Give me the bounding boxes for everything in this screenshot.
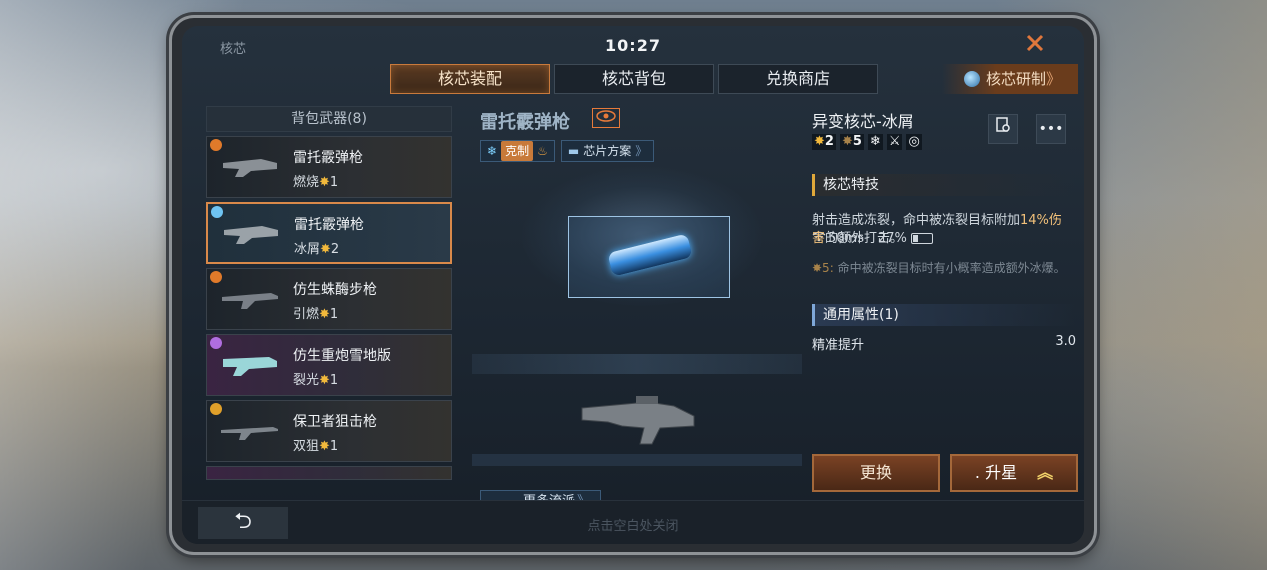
core-skill-header: 核芯特技 (812, 174, 1076, 196)
tab-bar: 核芯装配 核芯背包 兑换商店 (390, 64, 878, 94)
weapon-attr: 裂光✸1 (293, 373, 339, 388)
core-skill-note: ✸5: 命中被冻裂目标时有小概率造成额外冰爆。 (812, 261, 1066, 275)
star-icon: ✸ (319, 439, 330, 454)
star-icon: ✸ (814, 134, 825, 149)
star-icon: ✸ (319, 373, 330, 388)
core-skill-description: 射击造成冻裂，命中被冻裂目标附加14%伤害的额外打击。 (812, 213, 1062, 246)
counter-label: 克制 (501, 141, 534, 161)
core-name: 异变核芯-冰屑 (812, 112, 914, 131)
attr-name: 精准提升 (812, 338, 865, 353)
gem-icon (964, 71, 980, 87)
shotgun-thumbnail (224, 226, 278, 244)
tab-exchange-shop[interactable]: 兑换商店 (718, 64, 878, 94)
weapon-attr: 双狙✸1 (293, 439, 339, 454)
chevron-right-icon: 》 (1046, 70, 1062, 88)
star-icon: ✸ (319, 175, 330, 190)
list-header: 背包武器(8) (206, 106, 452, 132)
deco-band (472, 454, 802, 466)
weapon-attr: 燃烧✸1 (293, 175, 339, 190)
weapon-item[interactable]: 仿生蛛酶步枪 引燃✸1 (206, 268, 452, 330)
weapon-name: 仿生蛛酶步枪 (293, 282, 377, 298)
eye-icon-button[interactable] (592, 108, 620, 128)
details-button[interactable] (988, 114, 1018, 144)
star-badge: ✸2 (812, 134, 836, 150)
target-icon: ◎ (906, 134, 922, 150)
weapon-name: 仿生重炮雪地版 (293, 348, 391, 364)
close-hint: 点击空白处关闭 (587, 519, 679, 534)
snowflake-icon: ❄ (867, 134, 883, 150)
weapon-attr: 引燃✸1 (293, 307, 339, 322)
attr-row: 精准提升 3.0 (812, 334, 1076, 353)
star-badge: ✸5 (839, 134, 864, 150)
device-frame: 核芯 10:27 50ms 27% 核芯装配 核芯背包 兑换商店 核芯研制》 背… (172, 18, 1094, 552)
chip-icon: ▬ (567, 144, 580, 158)
weapon-title: 雷托霰弹枪 (480, 112, 570, 133)
core-assembly-screen: 核芯 10:27 50ms 27% 核芯装配 核芯背包 兑换商店 核芯研制》 背… (182, 26, 1084, 544)
core-stars: ✸2 ✸5 ❄ ⚔ ◎ (812, 134, 922, 150)
weapon-attr: 冰屑✸2 (294, 242, 340, 257)
weapon-item[interactable]: 雷托霰弹枪 燃烧✸1 (206, 136, 452, 198)
tab-core-backpack[interactable]: 核芯背包 (554, 64, 714, 94)
gear-icon (210, 403, 222, 415)
core-canister-image (607, 233, 693, 277)
backpack-weapon-list: 背包武器(8) 雷托霰弹枪 燃烧✸1 雷托霰弹枪 冰屑✸2 仿生蛛酶步枪 引燃✸… (206, 106, 452, 491)
double-chevron-up-icon: ︽ (1037, 463, 1054, 482)
core-research-button[interactable]: 核芯研制》 (942, 64, 1078, 94)
sword-icon: ⚔ (886, 134, 903, 150)
weapon-chips: ❄ 克制 ♨ ▬ 芯片方案 》 (480, 140, 655, 162)
deco-band (472, 354, 802, 374)
replace-button[interactable]: 更换 (812, 454, 940, 492)
weapon-item[interactable]: 保卫者狙击枪 双狙✸1 (206, 400, 452, 462)
chip-plan-button[interactable]: ▬ 芯片方案 》 (560, 140, 655, 162)
ice-icon (211, 206, 223, 218)
research-label: 核芯研制 (986, 70, 1047, 88)
lightning-icon (210, 337, 222, 349)
core-preview-frame[interactable] (568, 216, 730, 298)
star-icon: ✸ (841, 134, 853, 149)
eye-icon (596, 110, 616, 122)
weapon-preview: 雷托霰弹枪 ❄ 克制 ♨ ▬ 芯片方案 》 更多流派》 (472, 106, 802, 514)
flame-icon: ♨ (537, 144, 548, 158)
document-search-icon (996, 117, 1010, 132)
weapon-item[interactable]: 仿生重炮雪地版 裂光✸1 (206, 334, 452, 396)
shotgun-thumbnail (223, 159, 277, 177)
more-options-button[interactable]: ••• (1036, 114, 1066, 144)
status-bar: 核芯 10:27 50ms 27% (182, 26, 1084, 246)
ellipsis-icon: ••• (1038, 121, 1064, 137)
counter-chip[interactable]: ❄ 克制 ♨ (480, 140, 555, 162)
general-attr-header: 通用属性(1) (812, 304, 1076, 326)
close-icon (1026, 34, 1044, 52)
chevron-right-icon: 》 (635, 144, 648, 158)
chip-plan-label: 芯片方案 (583, 144, 632, 158)
weapon-name: 雷托霰弹枪 (293, 150, 363, 166)
weapon-item-selected[interactable]: 雷托霰弹枪 冰屑✸2 (206, 202, 452, 264)
weapon-name: 雷托霰弹枪 (294, 217, 364, 233)
fire-icon (210, 271, 222, 283)
close-button[interactable] (1022, 32, 1048, 58)
core-detail-panel: 异变核芯-冰屑 ✸2 ✸5 ❄ ⚔ ◎ ••• 核芯特技 射击造成冻裂，命中被冻… (812, 106, 1082, 506)
star-icon: ✸ (319, 307, 330, 322)
shotgun-model (581, 396, 695, 445)
tab-core-assembly[interactable]: 核芯装配 (390, 64, 550, 94)
bottom-bar: ⮌ 点击空白处关闭 (182, 500, 1084, 544)
attr-value: 3.0 (1055, 334, 1076, 349)
star-icon: ✸ (320, 242, 331, 257)
sniper-thumbnail (221, 427, 278, 440)
heavy-gun-thumbnail (223, 357, 277, 376)
fire-icon (210, 139, 222, 151)
rifle-thumbnail (222, 293, 278, 309)
weapon-name: 保卫者狙击枪 (293, 414, 377, 430)
upgrade-star-button[interactable]: . 升星 ︽ (950, 454, 1078, 492)
weapon-item-partial[interactable] (206, 466, 452, 480)
snowflake-icon: ❄ (487, 144, 498, 158)
